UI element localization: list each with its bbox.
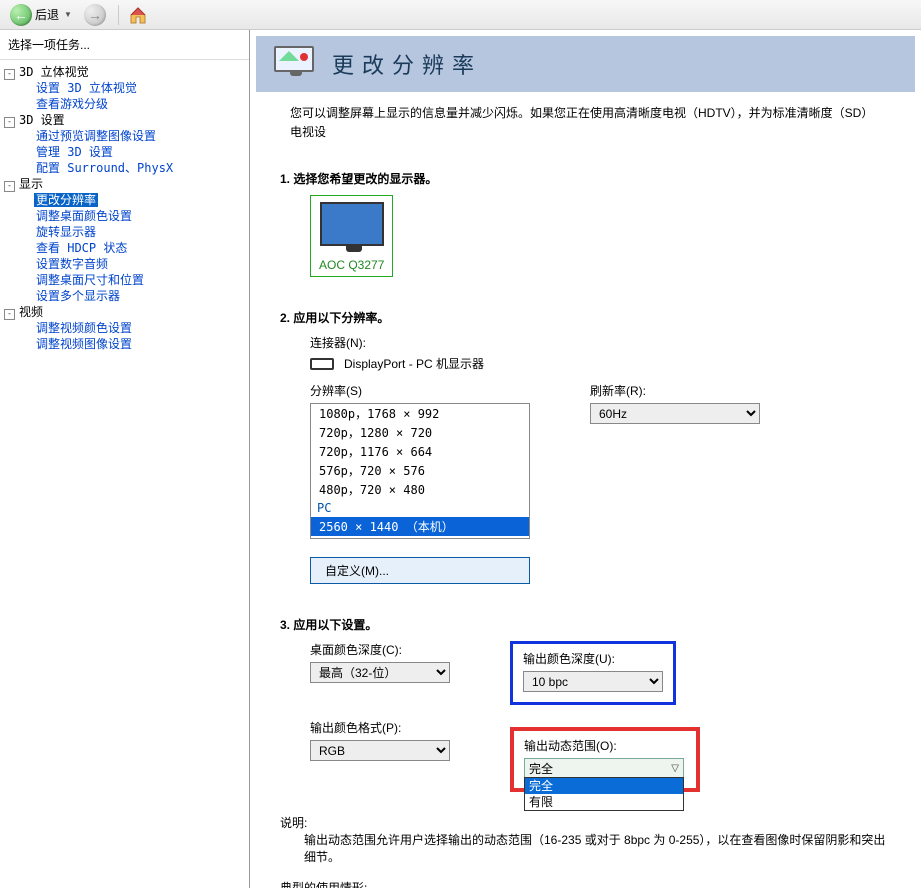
page-description: 您可以调整屏幕上显示的信息量并减少闪烁。如果您正在使用高清晰度电视（HDTV），…: [250, 92, 921, 154]
forward-arrow-icon: →: [84, 4, 106, 26]
resolution-item[interactable]: 2560 × 1440 （本机）: [311, 517, 529, 536]
desktop-depth-select[interactable]: 最高（32-位）: [310, 662, 450, 683]
sidebar: 选择一项任务... -3D 立体视觉设置 3D 立体视觉查看游戏分级-3D 设置…: [0, 30, 250, 888]
typical-heading: 典型的使用情形:: [280, 879, 891, 888]
tree-item[interactable]: 更改分辨率: [34, 193, 98, 207]
tree-expander[interactable]: -: [4, 309, 15, 320]
tree-group-label[interactable]: 视频: [19, 305, 43, 319]
tree-expander[interactable]: -: [4, 69, 15, 80]
nav-tree: -3D 立体视觉设置 3D 立体视觉查看游戏分级-3D 设置通过预览调整图像设置…: [0, 60, 249, 356]
page-header: 更改分辨率: [256, 36, 915, 92]
header-monitor-icon: [274, 46, 318, 82]
output-range-dropdown[interactable]: 完全有限: [524, 777, 684, 811]
tree-expander[interactable]: -: [4, 117, 15, 128]
chevron-down-icon: ▽: [671, 763, 679, 774]
output-range-select[interactable]: 完全 ▽: [524, 758, 684, 778]
tree-item[interactable]: 通过预览调整图像设置: [34, 129, 158, 143]
tree-item[interactable]: 查看游戏分级: [34, 97, 110, 111]
chevron-down-icon: ▼: [64, 10, 72, 19]
section-2: 2. 应用以下分辨率。 连接器(N): DisplayPort - PC 机显示…: [250, 293, 921, 600]
note-heading: 说明:: [280, 814, 891, 831]
tree-item[interactable]: 管理 3D 设置: [34, 145, 115, 159]
toolbar: ← 后退 ▼ →: [0, 0, 921, 30]
resolution-label: 分辨率(S): [310, 382, 530, 399]
tree-expander[interactable]: -: [4, 181, 15, 192]
tree-item[interactable]: 旋转显示器: [34, 225, 98, 239]
port-icon: [310, 358, 334, 370]
tree-item[interactable]: 设置多个显示器: [34, 289, 122, 303]
display-thumbnail[interactable]: AOC Q3277: [310, 195, 393, 277]
note-line: 输出动态范围允许用户选择输出的动态范围（16-235 或对于 8bpc 为 0-…: [304, 831, 891, 865]
tree-group-label[interactable]: 显示: [19, 177, 43, 191]
tree-item[interactable]: 调整视频颜色设置: [34, 321, 134, 335]
divider: [118, 5, 119, 25]
home-button[interactable]: [127, 4, 149, 26]
custom-button[interactable]: 自定义(M)...: [310, 557, 530, 584]
monitor-icon: [320, 202, 384, 246]
section-1: 1. 选择您希望更改的显示器。 AOC Q3277: [250, 154, 921, 293]
section-2-heading: 2. 应用以下分辨率。: [280, 309, 891, 326]
section-3: 3. 应用以下设置。 桌面颜色深度(C): 最高（32-位） 输出颜色深度(U)…: [250, 600, 921, 808]
tree-item[interactable]: 配置 Surround、PhysX: [34, 161, 175, 175]
output-depth-label: 输出颜色深度(U):: [523, 650, 663, 667]
resolution-listbox[interactable]: 1080p，1768 × 992720p，1280 × 720720p，1176…: [310, 403, 530, 539]
resolution-item[interactable]: 480p，720 × 480: [311, 480, 529, 499]
page-title: 更改分辨率: [332, 48, 482, 80]
range-option[interactable]: 完全: [525, 778, 683, 794]
resolution-item[interactable]: 1080p，1768 × 992: [311, 404, 529, 423]
tree-group-label[interactable]: 3D 设置: [19, 113, 65, 127]
back-arrow-icon: ←: [10, 4, 32, 26]
connector-label: 连接器(N):: [310, 334, 891, 351]
refresh-select[interactable]: 60Hz: [590, 403, 760, 424]
tree-item[interactable]: 调整桌面尺寸和位置: [34, 273, 146, 287]
output-format-label: 输出颜色格式(P):: [310, 719, 450, 736]
sidebar-title: 选择一项任务...: [0, 30, 249, 60]
output-range-box: 输出动态范围(O): 完全 ▽ 完全有限: [510, 727, 700, 792]
section-3-heading: 3. 应用以下设置。: [280, 616, 891, 633]
display-caption: AOC Q3277: [319, 258, 384, 272]
output-depth-box: 输出颜色深度(U): 10 bpc: [510, 641, 676, 705]
refresh-label: 刷新率(R):: [590, 382, 760, 399]
output-format-select[interactable]: RGB: [310, 740, 450, 761]
resolution-item[interactable]: 720p，1176 × 664: [311, 442, 529, 461]
tree-item[interactable]: 查看 HDCP 状态: [34, 241, 129, 255]
output-range-value: 完全: [529, 760, 553, 777]
resolution-category: PC: [311, 499, 529, 517]
range-option[interactable]: 有限: [525, 794, 683, 810]
output-depth-select[interactable]: 10 bpc: [523, 671, 663, 692]
back-button[interactable]: ← 后退 ▼: [6, 2, 76, 28]
tree-item[interactable]: 设置数字音频: [34, 257, 110, 271]
section-1-heading: 1. 选择您希望更改的显示器。: [280, 170, 891, 187]
resolution-item[interactable]: 576p，720 × 576: [311, 461, 529, 480]
tree-item[interactable]: 设置 3D 立体视觉: [34, 81, 139, 95]
tree-item[interactable]: 调整桌面颜色设置: [34, 209, 134, 223]
connector-value: DisplayPort - PC 机显示器: [344, 355, 484, 372]
desktop-depth-label: 桌面颜色深度(C):: [310, 641, 450, 658]
forward-button[interactable]: →: [80, 2, 110, 28]
content: 选择一项任务... -3D 立体视觉设置 3D 立体视觉查看游戏分级-3D 设置…: [0, 30, 921, 888]
tree-group-label[interactable]: 3D 立体视觉: [19, 65, 89, 79]
resolution-item[interactable]: 720p，1280 × 720: [311, 423, 529, 442]
back-label: 后退: [35, 6, 59, 23]
home-icon: [128, 5, 148, 25]
tree-item[interactable]: 调整视频图像设置: [34, 337, 134, 351]
note-section: 说明: 输出动态范围允许用户选择输出的动态范围（16-235 或对于 8bpc …: [250, 814, 921, 888]
main-panel: 更改分辨率 您可以调整屏幕上显示的信息量并减少闪烁。如果您正在使用高清晰度电视（…: [250, 30, 921, 888]
output-range-label: 输出动态范围(O):: [524, 737, 686, 754]
